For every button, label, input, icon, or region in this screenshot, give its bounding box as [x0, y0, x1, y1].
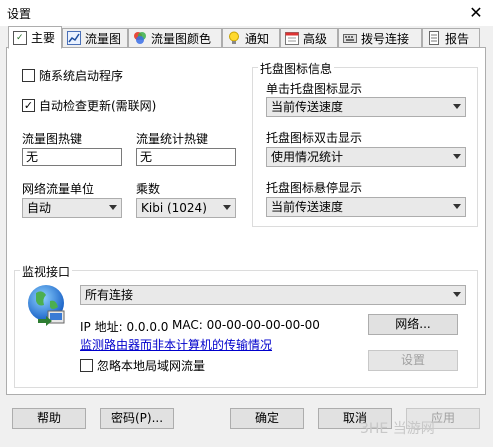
chart-icon — [67, 31, 81, 45]
tab-dialup[interactable]: 拨号连接 — [338, 28, 422, 47]
mac-address-text: MAC: 00-00-00-00-00-00 — [172, 318, 320, 332]
network-button[interactable]: 网络... — [368, 314, 458, 335]
unit-label: 网络流量单位 — [22, 182, 95, 196]
autoupdate-label: 自动检查更新(需联网) — [39, 99, 157, 113]
multiplier-label: 乘数 — [136, 182, 161, 196]
chevron-down-icon — [109, 205, 117, 210]
tab-graph-colors-label: 流量图颜色 — [151, 31, 212, 46]
interface-value: 所有连接 — [85, 288, 134, 302]
router-monitor-link[interactable]: 监测路由器而非本计算机的传输情况 — [80, 336, 272, 353]
tab-report[interactable]: 报告 — [422, 28, 480, 47]
help-button[interactable]: 帮助 — [12, 408, 86, 429]
chevron-down-icon — [453, 154, 461, 159]
multiplier-select[interactable]: Kibi (1024) — [136, 198, 236, 218]
doc-check-icon: ✓ — [13, 30, 27, 45]
keyboard-icon — [343, 31, 357, 45]
palette-icon — [133, 31, 147, 45]
globe-network-icon — [24, 281, 72, 329]
title-bar — [0, 0, 493, 26]
watermark-text: 3HE 当游网 — [360, 421, 435, 437]
hover-label: 托盘图标悬停显示 — [266, 181, 363, 195]
stats-hotkey-label: 流量统计热键 — [136, 132, 209, 146]
tab-main[interactable]: ✓ 主要 — [8, 26, 62, 49]
graph-hotkey-label: 流量图热键 — [22, 132, 83, 146]
tab-graph-colors[interactable]: 流量图颜色 — [128, 28, 222, 47]
tab-main-label: 主要 — [31, 31, 56, 45]
tab-advanced-label: 高级 — [303, 31, 328, 46]
tray-group-title: 托盘图标信息 — [258, 60, 335, 77]
double-click-label: 托盘图标双击显示 — [266, 131, 363, 145]
tab-notify[interactable]: 通知 — [222, 28, 280, 47]
tab-notify-label: 通知 — [245, 31, 270, 46]
ignore-lan-checkbox[interactable] — [80, 359, 93, 372]
calendar-icon — [285, 31, 299, 45]
hover-select[interactable]: 当前传送速度 — [266, 197, 466, 217]
window-title: 设置 — [7, 7, 32, 21]
interface-select[interactable]: 所有连接 — [80, 285, 466, 305]
unit-select-value: 自动 — [27, 201, 52, 215]
settings-button[interactable]: 设置 — [368, 350, 458, 371]
startup-checkbox[interactable] — [22, 69, 35, 82]
stats-hotkey-input[interactable]: 无 — [136, 148, 236, 166]
monitor-group-title: 监视接口 — [20, 263, 73, 280]
chevron-down-icon — [453, 292, 461, 297]
chevron-down-icon — [453, 204, 461, 209]
ignore-lan-label: 忽略本地局域网流量 — [97, 359, 206, 373]
ip-address-text: IP 地址: 0.0.0.0 — [80, 320, 169, 334]
chevron-down-icon — [223, 205, 231, 210]
tab-dialup-label: 拨号连接 — [361, 31, 410, 46]
close-button[interactable]: ✕ — [464, 2, 488, 24]
ok-button[interactable]: 确定 — [230, 408, 304, 429]
multiplier-select-value: Kibi (1024) — [141, 201, 207, 215]
tab-advanced[interactable]: 高级 — [280, 28, 338, 47]
autoupdate-checkbox[interactable]: ✓ — [22, 99, 35, 112]
tab-graph-label: 流量图 — [85, 31, 122, 46]
tab-graph[interactable]: 流量图 — [62, 28, 128, 47]
tab-report-label: 报告 — [445, 31, 470, 46]
report-icon — [427, 31, 441, 45]
hover-value: 当前传送速度 — [271, 200, 344, 214]
unit-select[interactable]: 自动 — [22, 198, 122, 218]
single-click-select[interactable]: 当前传送速度 — [266, 97, 466, 117]
graph-hotkey-input[interactable]: 无 — [22, 148, 122, 166]
password-button[interactable]: 密码(P)... — [100, 408, 174, 429]
double-click-value: 使用情况统计 — [271, 150, 344, 164]
single-click-value: 当前传送速度 — [271, 100, 344, 114]
startup-label: 随系统启动程序 — [39, 69, 124, 83]
double-click-select[interactable]: 使用情况统计 — [266, 147, 466, 167]
lightbulb-icon — [227, 31, 241, 45]
single-click-label: 单击托盘图标显示 — [266, 82, 363, 96]
chevron-down-icon — [453, 104, 461, 109]
